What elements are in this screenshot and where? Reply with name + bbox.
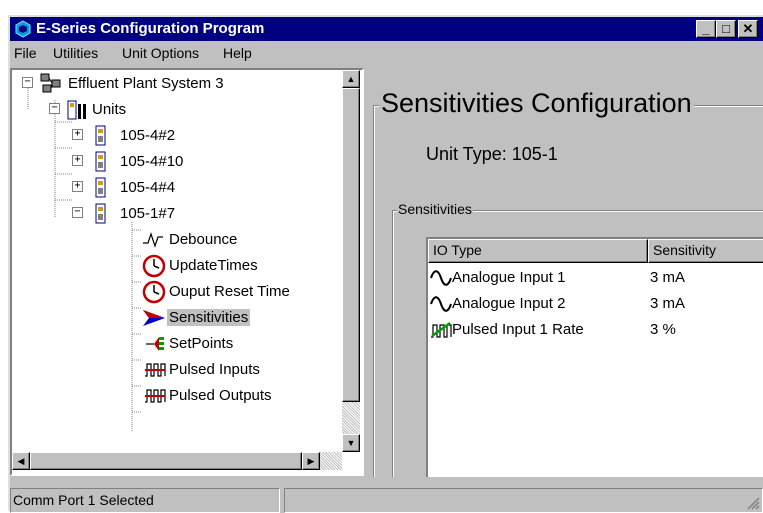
panel-splitter[interactable] [364, 68, 370, 476]
collapse-icon[interactable]: − [49, 103, 60, 114]
unit-device-icon [95, 125, 106, 146]
unit-tree-view[interactable]: − Effluent Plant System 3 − Units + 105-… [10, 68, 364, 476]
sensitivities-list[interactable]: IO Type Sensitivity Analogue Input 1 3 m… [426, 237, 763, 477]
scroll-right-icon[interactable]: ▶ [302, 452, 320, 470]
io-type-cell: Analogue Input 1 [452, 269, 566, 286]
resize-grip-icon[interactable] [746, 496, 760, 510]
tree-horizontal-scrollbar[interactable]: ◀ ▶ [12, 452, 342, 470]
tree-item-label-selected: Sensitivities [167, 309, 251, 326]
expand-icon[interactable]: + [72, 155, 83, 166]
sensitivity-cell: 3 mA [650, 269, 686, 286]
tree-item-label: SetPoints [169, 335, 234, 352]
tree-item-label: UpdateTimes [169, 257, 258, 274]
minimize-button[interactable]: _ [696, 20, 716, 38]
menu-file[interactable]: File [14, 45, 37, 61]
scroll-down-icon[interactable]: ▼ [342, 434, 360, 452]
io-type-cell: Analogue Input 2 [452, 295, 566, 312]
sensitivity-cell: 3 % [650, 321, 676, 338]
menu-help[interactable]: Help [223, 45, 252, 61]
clock-icon [142, 254, 166, 278]
tree-unit-item[interactable]: − 105-1#7 [12, 201, 332, 227]
tree-item-updatetimes[interactable]: UpdateTimes [12, 253, 342, 279]
unit-device-icon [95, 177, 106, 198]
window-title: E-Series Configuration Program [36, 20, 265, 37]
menu-bar: File Utilities Unit Options Help [10, 41, 763, 65]
tree-item-sensitivities[interactable]: Sensitivities [12, 305, 342, 331]
tree-item-label: Pulsed Outputs [169, 387, 272, 404]
tree-item-pulsed-inputs[interactable]: Pulsed Inputs [12, 357, 342, 383]
status-text: Comm Port 1 Selected [10, 488, 280, 513]
clock-icon [142, 280, 166, 304]
collapse-icon[interactable]: − [72, 207, 83, 218]
tree-unit-item[interactable]: + 105-4#10 [12, 149, 332, 175]
tree-unit-label: 105-4#2 [120, 127, 176, 144]
list-item[interactable]: Analogue Input 2 3 mA [428, 291, 758, 317]
tree-vertical-scrollbar[interactable]: ▲ ▼ [342, 70, 360, 452]
tree-node-units[interactable]: − Units [12, 97, 332, 123]
units-icon [67, 100, 86, 120]
tree-root-label: Effluent Plant System 3 [68, 75, 224, 92]
sensitivity-cell: 3 mA [650, 295, 686, 312]
maximize-button[interactable]: □ [716, 20, 736, 38]
tree-item-label: Pulsed Inputs [169, 361, 260, 378]
analogue-wave-icon [430, 296, 452, 312]
tree-item-label: Ouput Reset Time [169, 283, 290, 300]
pulse-rate-icon [431, 321, 452, 338]
analogue-wave-icon [430, 270, 452, 286]
config-title: Sensitivities Configuration [379, 88, 694, 119]
tree-item-setpoints[interactable]: SetPoints [12, 331, 342, 357]
pulse-icon [145, 363, 166, 377]
tree-units-label: Units [92, 101, 127, 118]
scroll-thumb[interactable] [342, 88, 360, 402]
sensitivity-arrow-icon [143, 310, 165, 326]
tree-unit-label: 105-1#7 [120, 205, 176, 222]
menu-utilities[interactable]: Utilities [53, 45, 98, 61]
title-bar[interactable]: E-Series Configuration Program _ □ ✕ [10, 17, 763, 41]
column-header-sensitivity[interactable]: Sensitivity [648, 239, 763, 263]
tree-node-root[interactable]: − Effluent Plant System 3 [12, 71, 332, 97]
unit-device-icon [95, 151, 106, 172]
list-item[interactable]: Analogue Input 1 3 mA [428, 265, 758, 291]
io-type-cell: Pulsed Input 1 Rate [452, 321, 584, 338]
unit-device-icon [95, 203, 106, 224]
tree-item-pulsed-outputs[interactable]: Pulsed Outputs [12, 383, 342, 409]
tree-unit-label: 105-4#10 [120, 153, 184, 170]
setpoints-icon [146, 337, 164, 351]
scroll-left-icon[interactable]: ◀ [12, 452, 30, 470]
tree-item-output-reset-time[interactable]: Ouput Reset Time [12, 279, 342, 305]
scroll-thumb[interactable] [30, 452, 302, 470]
status-pane-empty [284, 488, 763, 513]
collapse-icon[interactable]: − [22, 77, 33, 88]
status-bar: Comm Port 1 Selected [10, 478, 763, 513]
app-window: E-Series Configuration Program _ □ ✕ Fil… [8, 15, 763, 513]
app-logo-icon [15, 20, 31, 38]
menu-unit-options[interactable]: Unit Options [122, 45, 199, 61]
tree-item-debounce[interactable]: Debounce [12, 227, 342, 253]
network-system-icon [40, 73, 61, 93]
scroll-up-icon[interactable]: ▲ [342, 70, 360, 88]
expand-icon[interactable]: + [72, 129, 83, 140]
sensitivities-group-label: Sensitivities [397, 201, 473, 217]
tree-unit-item[interactable]: + 105-4#4 [12, 175, 332, 201]
list-item[interactable]: Pulsed Input 1 Rate 3 % [428, 317, 758, 343]
debounce-icon [143, 232, 163, 248]
column-header-io-type[interactable]: IO Type [428, 239, 648, 263]
tree-unit-label: 105-4#4 [120, 179, 176, 196]
close-button[interactable]: ✕ [738, 20, 758, 38]
unit-type-label: Unit Type: 105-1 [426, 144, 558, 164]
tree-item-label: Debounce [169, 231, 238, 248]
expand-icon[interactable]: + [72, 181, 83, 192]
tree-unit-item[interactable]: + 105-4#2 [12, 123, 332, 149]
pulse-icon [145, 389, 166, 403]
